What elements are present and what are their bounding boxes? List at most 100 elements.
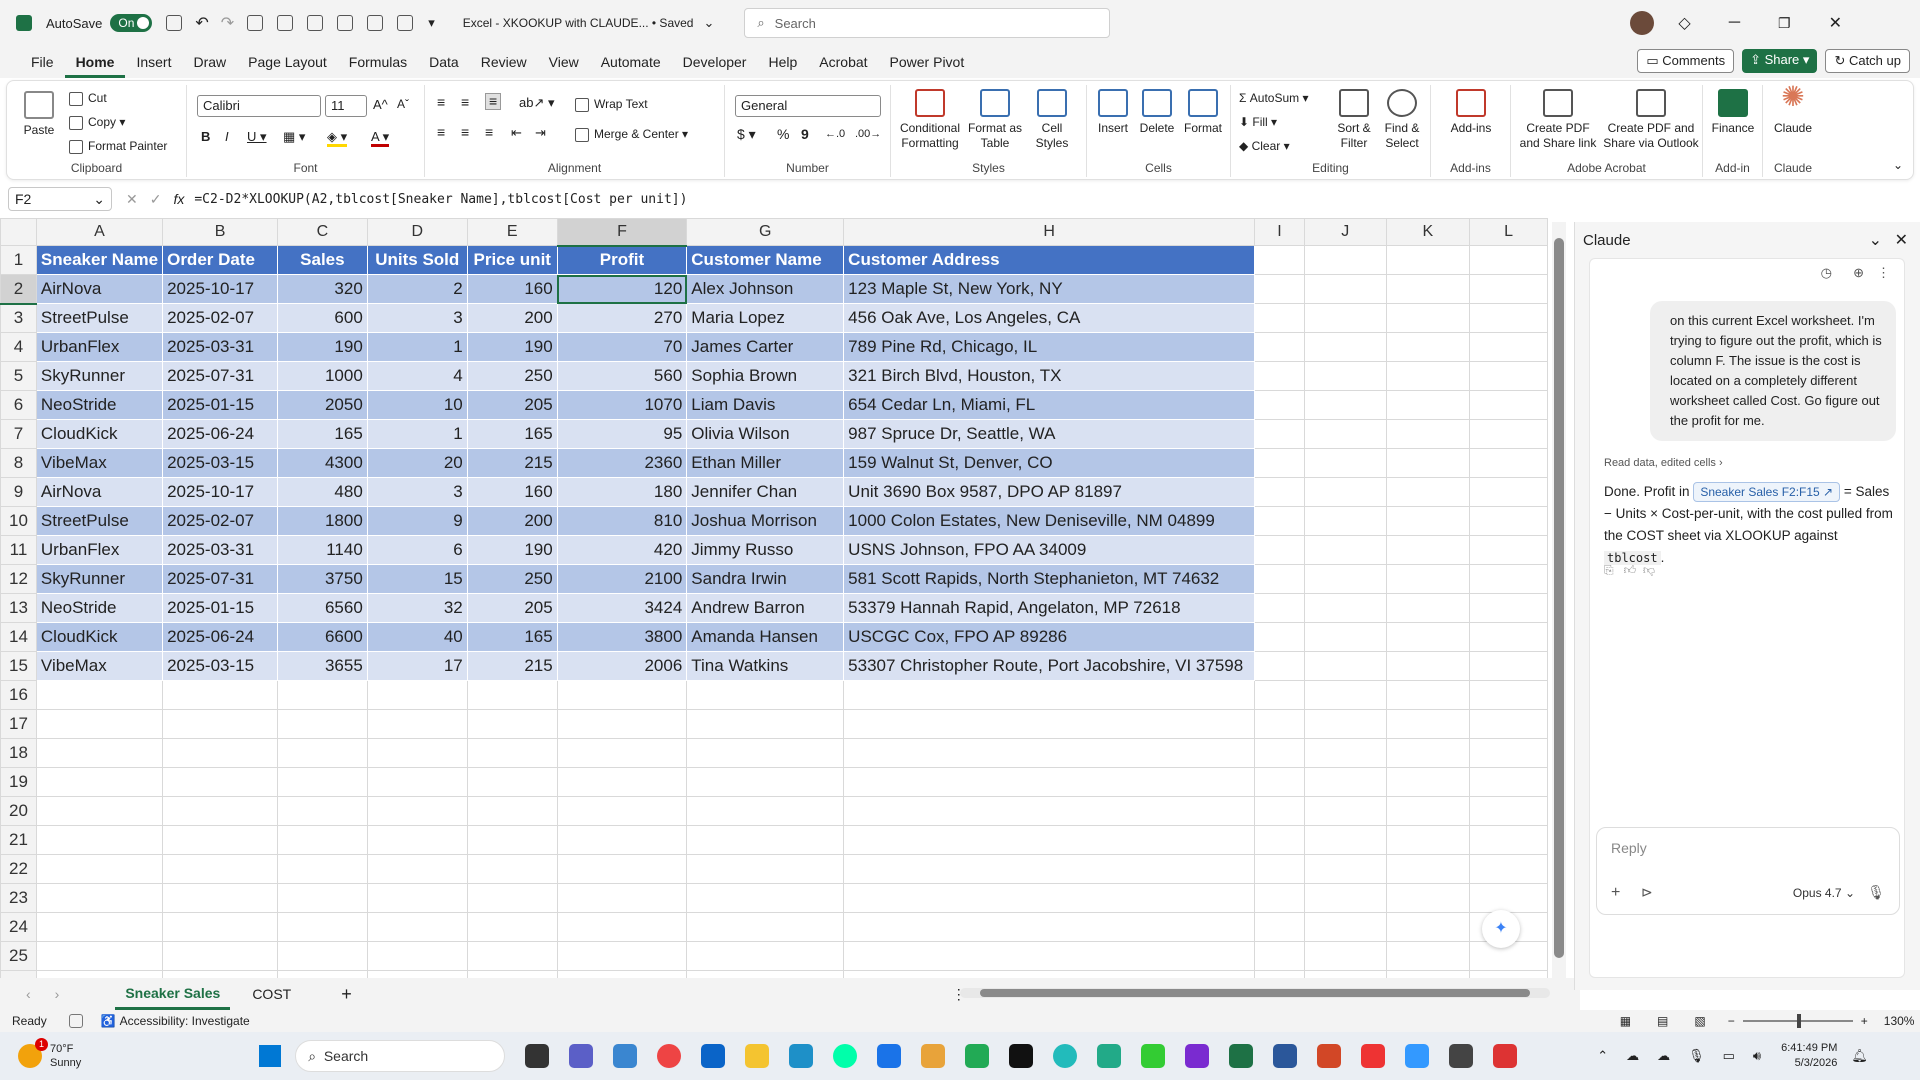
data-cell[interactable]: 3424 (556, 593, 688, 623)
app-icon-11[interactable] (1449, 1044, 1474, 1068)
empty-cell[interactable] (162, 709, 278, 739)
data-cell[interactable]: 3750 (276, 564, 368, 594)
empty-cell[interactable] (1469, 593, 1548, 623)
minimize-icon[interactable]: ─ (1729, 14, 1740, 32)
empty-cell[interactable] (366, 912, 468, 942)
data-cell[interactable]: 270 (556, 303, 688, 333)
empty-cell[interactable] (1254, 361, 1305, 391)
clock[interactable]: 6:41:49 PM 5/3/2026 (1781, 1041, 1837, 1071)
header-cell[interactable]: Order Date (162, 245, 278, 275)
fill-color-icon[interactable]: ◈ ▾ (327, 129, 348, 147)
grow-font-icon[interactable]: A^ (373, 97, 388, 112)
word-icon[interactable] (1273, 1044, 1298, 1068)
cell-styles-button[interactable]: Cell Styles (1027, 89, 1077, 151)
data-cell[interactable]: 581 Scott Rapids, North Stephanieton, MT… (843, 564, 1256, 594)
insert-cells-button[interactable]: Insert (1093, 89, 1133, 136)
display-icon[interactable]: ▭ (1723, 1048, 1735, 1064)
page-break-icon[interactable]: ▧ (1694, 1014, 1705, 1028)
insert-function-icon[interactable]: fx (173, 191, 184, 207)
empty-cell[interactable] (1469, 709, 1548, 739)
format-painter-button[interactable]: Format Painter (69, 139, 167, 154)
header-cell[interactable]: Customer Name (686, 245, 845, 275)
empty-cell[interactable] (1254, 796, 1305, 826)
empty-cell[interactable] (276, 941, 368, 971)
row-header[interactable]: 1 (0, 245, 37, 275)
row-header[interactable]: 14 (0, 622, 37, 652)
teams-icon[interactable] (569, 1044, 594, 1068)
empty-cell[interactable] (1303, 274, 1387, 304)
empty-cell[interactable] (1385, 448, 1471, 478)
data-cell[interactable]: 2025-07-31 (162, 564, 278, 594)
empty-cell[interactable] (1385, 622, 1471, 652)
empty-cell[interactable] (35, 825, 164, 855)
chevron-down-icon[interactable]: ⌄ (1869, 230, 1882, 250)
empty-cell[interactable] (1254, 970, 1305, 978)
empty-cell[interactable] (1469, 680, 1548, 710)
find-select-button[interactable]: Find & Select (1379, 89, 1425, 151)
increase-decimal-icon[interactable]: ←.0 (825, 127, 845, 142)
copilot-float-icon[interactable]: ✦ (1482, 910, 1520, 948)
edge-icon[interactable] (833, 1044, 858, 1068)
empty-cell[interactable] (1254, 854, 1305, 884)
attach-icon[interactable]: + (1611, 884, 1620, 902)
onenote-icon[interactable] (1185, 1044, 1210, 1068)
data-cell[interactable]: 160 (466, 477, 558, 507)
row-header[interactable]: 13 (0, 593, 37, 623)
empty-cell[interactable] (1303, 419, 1387, 449)
file-explorer-icon[interactable] (745, 1044, 770, 1068)
empty-cell[interactable] (276, 883, 368, 913)
data-cell[interactable]: 321 Birch Blvd, Houston, TX (843, 361, 1256, 391)
empty-cell[interactable] (1254, 390, 1305, 420)
empty-cell[interactable] (556, 912, 688, 942)
data-cell[interactable]: 15 (366, 564, 468, 594)
accessibility-icon[interactable]: ♿ (101, 1014, 116, 1028)
empty-cell[interactable] (466, 767, 558, 797)
empty-cell[interactable] (466, 825, 558, 855)
header-cell[interactable]: Sales (276, 245, 368, 275)
create-pdf-share-button[interactable]: Create PDF and Share link (1515, 89, 1601, 151)
empty-cell[interactable] (1385, 680, 1471, 710)
empty-cell[interactable] (1303, 593, 1387, 623)
empty-cell[interactable] (366, 767, 468, 797)
data-cell[interactable]: 456 Oak Ave, Los Angeles, CA (843, 303, 1256, 333)
empty-cell[interactable] (1385, 361, 1471, 391)
qa-more-icon[interactable]: ▾ (428, 15, 435, 31)
column-header-f[interactable]: F (556, 218, 688, 247)
empty-cell[interactable] (1303, 245, 1387, 275)
font-name-select[interactable]: Calibri (197, 95, 321, 117)
data-cell[interactable]: 987 Spruce Dr, Seattle, WA (843, 419, 1256, 449)
header-cell[interactable]: Sneaker Name (35, 245, 164, 275)
empty-cell[interactable] (1469, 854, 1548, 884)
empty-cell[interactable] (35, 941, 164, 971)
empty-cell[interactable] (1385, 854, 1471, 884)
data-cell[interactable]: 2025-02-07 (162, 303, 278, 333)
underline-icon[interactable]: U ▾ (247, 129, 267, 144)
weather-widget[interactable]: 70°F Sunny (50, 1042, 81, 1070)
tool-status[interactable]: Read data, edited cells › (1604, 457, 1723, 469)
empty-cell[interactable] (1385, 738, 1471, 768)
data-cell[interactable]: Ethan Miller (686, 448, 845, 478)
data-cell[interactable]: 480 (276, 477, 368, 507)
data-cell[interactable]: Unit 3690 Box 9587, DPO AP 81897 (843, 477, 1256, 507)
empty-cell[interactable] (1385, 477, 1471, 507)
data-cell[interactable]: USCGC Cox, FPO AP 89286 (843, 622, 1256, 652)
data-cell[interactable]: 2 (366, 274, 468, 304)
app-icon-7[interactable] (1097, 1044, 1122, 1068)
empty-cell[interactable] (1469, 477, 1548, 507)
cancel-icon[interactable]: ✕ (126, 191, 138, 208)
data-cell[interactable]: VibeMax (35, 448, 164, 478)
tab-automate[interactable]: Automate (590, 46, 672, 78)
empty-cell[interactable] (1303, 854, 1387, 884)
catch-up-button[interactable]: ↻ Catch up (1825, 49, 1910, 73)
data-cell[interactable]: 159 Walnut St, Denver, CO (843, 448, 1256, 478)
empty-cell[interactable] (556, 680, 688, 710)
empty-cell[interactable] (1469, 506, 1548, 536)
empty-cell[interactable] (1303, 390, 1387, 420)
empty-cell[interactable] (1254, 448, 1305, 478)
empty-cell[interactable] (556, 796, 688, 826)
empty-cell[interactable] (1303, 361, 1387, 391)
data-cell[interactable]: 215 (466, 651, 558, 681)
empty-cell[interactable] (686, 767, 845, 797)
orientation-icon[interactable]: ab↗ ▾ (519, 95, 555, 110)
empty-cell[interactable] (1303, 738, 1387, 768)
